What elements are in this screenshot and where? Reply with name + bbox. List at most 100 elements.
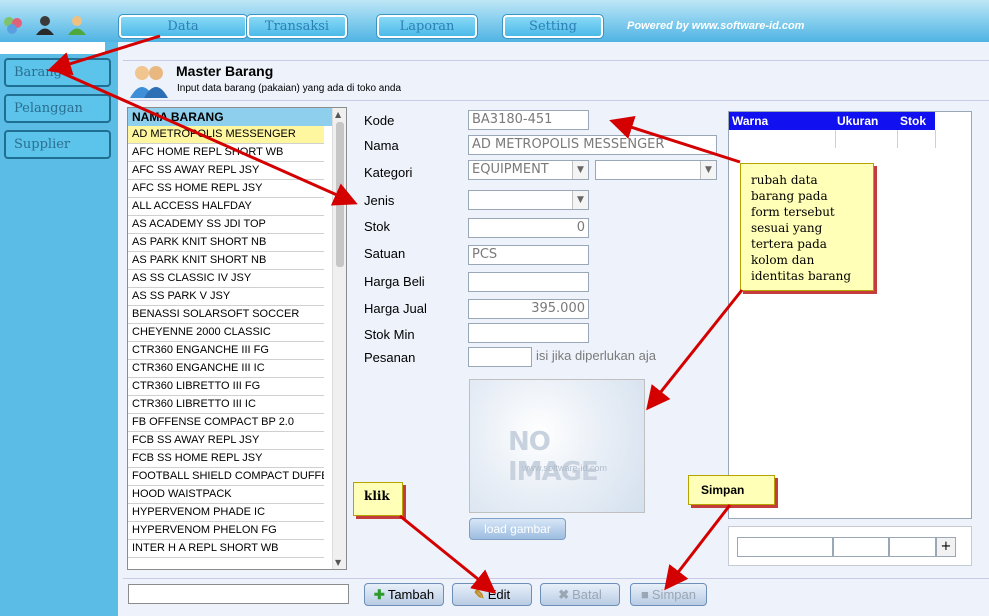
list-item[interactable]: ALL ACCESS HALFDAY bbox=[128, 198, 324, 216]
satuan-field[interactable]: PCS bbox=[468, 245, 589, 265]
stok-label: Stok bbox=[364, 219, 391, 234]
dark-user-icon[interactable] bbox=[34, 14, 56, 36]
list-item[interactable]: FB OFFENSE COMPACT BP 2.0 bbox=[128, 414, 324, 432]
pesanan-field[interactable] bbox=[468, 347, 532, 367]
powered-by-text: Powered by www.software-id.com bbox=[627, 20, 805, 32]
stok-input[interactable] bbox=[889, 537, 936, 557]
tambah-button[interactable]: ✚ Tambah bbox=[364, 583, 444, 606]
simpan-label: Simpan bbox=[651, 587, 696, 602]
annotation-simpan: Simpan bbox=[688, 475, 775, 505]
list-scrollbar[interactable]: ▲ ▼ bbox=[332, 108, 346, 569]
add-variant-button[interactable]: + bbox=[936, 537, 956, 557]
kategori-select[interactable]: EQUIPMENT ▼ bbox=[468, 160, 589, 180]
green-user-icon[interactable] bbox=[66, 14, 88, 36]
ukuran-input[interactable] bbox=[833, 537, 889, 557]
list-item[interactable]: AD METROPOLIS MESSENGER bbox=[128, 126, 324, 144]
kategori-sub-select[interactable]: ▼ bbox=[595, 160, 717, 180]
list-item[interactable]: CTR360 LIBRETTO III FG bbox=[128, 378, 324, 396]
harga-beli-field[interactable] bbox=[468, 272, 589, 292]
no-image-url: www.software-id.com bbox=[522, 463, 608, 473]
pesanan-hint: isi jika diperlukan aja bbox=[536, 348, 656, 363]
harga-jual-field[interactable]: 395.000 bbox=[468, 299, 589, 319]
list-item[interactable]: AFC SS AWAY REPL JSY bbox=[128, 162, 324, 180]
menu-data[interactable]: Data bbox=[118, 14, 248, 39]
annotation-klik: klik bbox=[353, 482, 403, 516]
scroll-down-icon[interactable]: ▼ bbox=[335, 558, 341, 567]
cancel-icon: ✖ bbox=[558, 587, 570, 602]
sidebar-item-barang[interactable]: Barang bbox=[4, 58, 111, 87]
list-item[interactable]: AFC SS HOME REPL JSY bbox=[128, 180, 324, 198]
annotation-line: sesuai yang bbox=[751, 221, 823, 235]
grid-col-warna[interactable]: Warna bbox=[732, 114, 768, 128]
save-icon: ■ bbox=[641, 587, 649, 602]
warna-input[interactable] bbox=[737, 537, 833, 557]
list-item[interactable]: BENASSI SOLARSOFT SOCCER bbox=[128, 306, 324, 324]
list-item[interactable]: INTER H A REPL SHORT WB bbox=[128, 540, 324, 558]
list-item[interactable]: AS SS PARK V JSY bbox=[128, 288, 324, 306]
list-item[interactable]: HOOD WAISTPACK bbox=[128, 486, 324, 504]
search-input[interactable] bbox=[128, 584, 349, 604]
jenis-select[interactable]: ▼ bbox=[468, 190, 589, 210]
list-item[interactable]: CTR360 LIBRETTO III IC bbox=[128, 396, 324, 414]
header-divider-top bbox=[123, 60, 989, 61]
edit-label: Edit bbox=[487, 587, 511, 602]
list-item[interactable]: HYPERVENOM PHELON FG bbox=[128, 522, 324, 540]
list-item[interactable]: FCB SS AWAY REPL JSY bbox=[128, 432, 324, 450]
list-item[interactable]: AS SS CLASSIC IV JSY bbox=[128, 270, 324, 288]
no-image-text: NO IMAGE bbox=[508, 427, 599, 487]
pencil-icon: ✎ bbox=[473, 587, 485, 602]
list-item[interactable]: HYPERVENOM PHADE IC bbox=[128, 504, 324, 522]
page-subtitle: Input data barang (pakaian) yang ada di … bbox=[177, 83, 402, 94]
kode-field[interactable]: BA3180-451 bbox=[468, 110, 589, 130]
annotation-line: rubah data bbox=[751, 173, 818, 187]
scroll-up-icon[interactable]: ▲ bbox=[335, 110, 341, 119]
edit-button[interactable]: ✎ Edit bbox=[452, 583, 532, 606]
list-header[interactable]: NAMA BARANG bbox=[128, 108, 333, 126]
list-item[interactable]: CTR360 ENGANCHE III FG bbox=[128, 342, 324, 360]
list-item[interactable]: CTR360 ENGANCHE III IC bbox=[128, 360, 324, 378]
nama-field[interactable]: AD METROPOLIS MESSENGER bbox=[468, 135, 717, 155]
batal-button[interactable]: ✖ Batal bbox=[540, 583, 620, 606]
stok-min-field[interactable] bbox=[468, 323, 589, 343]
menu-laporan[interactable]: Laporan bbox=[376, 14, 478, 39]
list-item[interactable]: CHEYENNE 2000 CLASSIC bbox=[128, 324, 324, 342]
chevron-down-icon[interactable]: ▼ bbox=[572, 161, 588, 179]
stok-min-label: Stok Min bbox=[364, 327, 415, 342]
batal-label: Batal bbox=[572, 587, 602, 602]
annotation-line: identitas barang bbox=[751, 269, 852, 283]
grid-header: Warna Ukuran Stok bbox=[729, 112, 935, 130]
load-image-button[interactable]: load gambar bbox=[469, 518, 566, 540]
simpan-button[interactable]: ■ Simpan bbox=[630, 583, 707, 606]
grid-divider bbox=[897, 130, 898, 148]
page-title: Master Barang bbox=[176, 63, 274, 79]
sidebar-item-supplier[interactable]: Supplier bbox=[4, 130, 111, 159]
item-list[interactable]: NAMA BARANG AD METROPOLIS MESSENGER AFC H… bbox=[127, 107, 347, 570]
scroll-thumb[interactable] bbox=[336, 122, 344, 267]
grid-col-ukuran[interactable]: Ukuran bbox=[837, 114, 878, 128]
chevron-down-icon[interactable]: ▼ bbox=[572, 191, 588, 209]
satuan-label: Satuan bbox=[364, 246, 406, 261]
harga-jual-label: Harga Jual bbox=[364, 301, 427, 316]
list-item[interactable]: AFC HOME REPL SHORT WB bbox=[128, 144, 324, 162]
sidebar-item-pelanggan[interactable]: Pelanggan bbox=[4, 94, 111, 123]
list-item[interactable]: FCB SS HOME REPL JSY bbox=[128, 450, 324, 468]
list-item[interactable]: AS PARK KNIT SHORT NB bbox=[128, 234, 324, 252]
menu-transaksi[interactable]: Transaksi bbox=[246, 14, 348, 39]
stok-field[interactable]: 0 bbox=[468, 218, 589, 238]
kategori-label: Kategori bbox=[364, 165, 413, 180]
grid-col-stok[interactable]: Stok bbox=[900, 114, 926, 128]
footer-divider bbox=[123, 578, 989, 579]
chevron-down-icon[interactable]: ▼ bbox=[700, 161, 716, 179]
list-item[interactable]: FOOTBALL SHIELD COMPACT DUFFE bbox=[128, 468, 324, 486]
list-item[interactable]: AS ACADEMY SS JDI TOP bbox=[128, 216, 324, 234]
kategori-value: EQUIPMENT bbox=[472, 162, 549, 177]
list-rows: AD METROPOLIS MESSENGER AFC HOME REPL SHO… bbox=[128, 126, 324, 558]
plus-icon: ✚ bbox=[373, 587, 385, 602]
people-group-icon[interactable] bbox=[2, 14, 24, 36]
sidebar-divider bbox=[0, 42, 105, 54]
list-item[interactable]: AS PARK KNIT SHORT NB bbox=[128, 252, 324, 270]
grid-divider bbox=[935, 130, 936, 148]
jenis-label: Jenis bbox=[364, 193, 395, 208]
annotation-line: form tersebut bbox=[751, 205, 835, 219]
menu-setting[interactable]: Setting bbox=[502, 14, 604, 39]
